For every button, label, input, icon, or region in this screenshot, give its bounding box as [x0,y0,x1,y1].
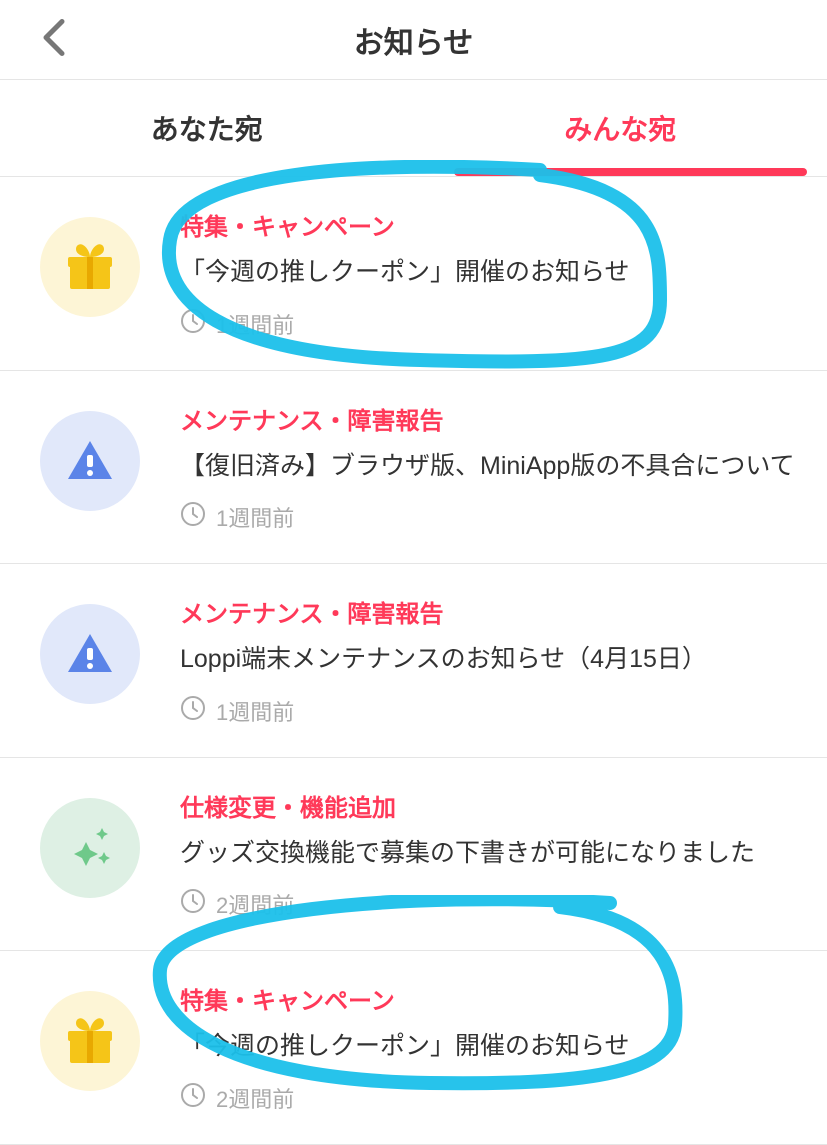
notification-message: グッズ交換機能で募集の下書きが可能になりました [180,835,807,873]
notification-content: メンテナンス・障害報告 Loppi端末メンテナンスのお知らせ（4月15日） 1週… [180,594,807,727]
notification-content: 特集・キャンペーン 「今週の推しクーポン」開催のお知らせ 2週間前 [180,981,807,1114]
chevron-left-icon [40,17,68,57]
notification-content: 特集・キャンペーン 「今週の推しクーポン」開催のお知らせ 1週間前 [180,207,807,340]
header: お知らせ [0,0,827,80]
sparkle-icon [40,798,140,898]
notification-category: メンテナンス・障害報告 [180,401,807,436]
back-button[interactable] [40,17,68,62]
page-title: お知らせ [354,18,473,62]
notification-item[interactable]: メンテナンス・障害報告 【復旧済み】ブラウザ版、MiniApp版の不具合について… [0,371,827,565]
alert-triangle-icon [40,604,140,704]
notification-meta: 1週間前 [180,308,807,340]
notification-time: 2週間前 [216,1082,294,1114]
notification-meta: 1週間前 [180,501,807,533]
alert-triangle-icon [40,411,140,511]
notification-category: 特集・キャンペーン [180,207,807,242]
notification-meta: 2週間前 [180,888,807,920]
gift-icon [40,217,140,317]
tab-minna[interactable]: みんな宛 [414,80,827,176]
notification-time: 1週間前 [216,308,294,340]
notification-list: 特集・キャンペーン 「今週の推しクーポン」開催のお知らせ 1週間前 メンテナンス… [0,177,827,1145]
clock-icon [180,888,216,920]
notification-content: メンテナンス・障害報告 【復旧済み】ブラウザ版、MiniApp版の不具合について… [180,401,807,534]
notification-category: 仕様変更・機能追加 [180,788,807,823]
notification-meta: 2週間前 [180,1082,807,1114]
clock-icon [180,1082,216,1114]
notification-item[interactable]: 特集・キャンペーン 「今週の推しクーポン」開催のお知らせ 1週間前 [0,177,827,371]
gift-icon [40,991,140,1091]
notification-message: 【復旧済み】ブラウザ版、MiniApp版の不具合について [180,448,807,486]
notification-content: 仕様変更・機能追加 グッズ交換機能で募集の下書きが可能になりました 2週間前 [180,788,807,921]
clock-icon [180,501,216,533]
tabs: あなた宛 みんな宛 [0,80,827,177]
notification-time: 2週間前 [216,888,294,920]
notification-time: 1週間前 [216,695,294,727]
notification-message: 「今週の推しクーポン」開催のお知らせ [180,1028,807,1066]
notification-message: Loppi端末メンテナンスのお知らせ（4月15日） [180,641,807,679]
notification-category: メンテナンス・障害報告 [180,594,807,629]
tab-anata[interactable]: あなた宛 [0,80,414,176]
notification-category: 特集・キャンペーン [180,981,807,1016]
clock-icon [180,308,216,340]
notification-item[interactable]: メンテナンス・障害報告 Loppi端末メンテナンスのお知らせ（4月15日） 1週… [0,564,827,758]
notification-item[interactable]: 仕様変更・機能追加 グッズ交換機能で募集の下書きが可能になりました 2週間前 [0,758,827,952]
notification-meta: 1週間前 [180,695,807,727]
notification-time: 1週間前 [216,501,294,533]
notification-item[interactable]: 特集・キャンペーン 「今週の推しクーポン」開催のお知らせ 2週間前 [0,951,827,1145]
clock-icon [180,695,216,727]
notification-message: 「今週の推しクーポン」開催のお知らせ [180,254,807,292]
